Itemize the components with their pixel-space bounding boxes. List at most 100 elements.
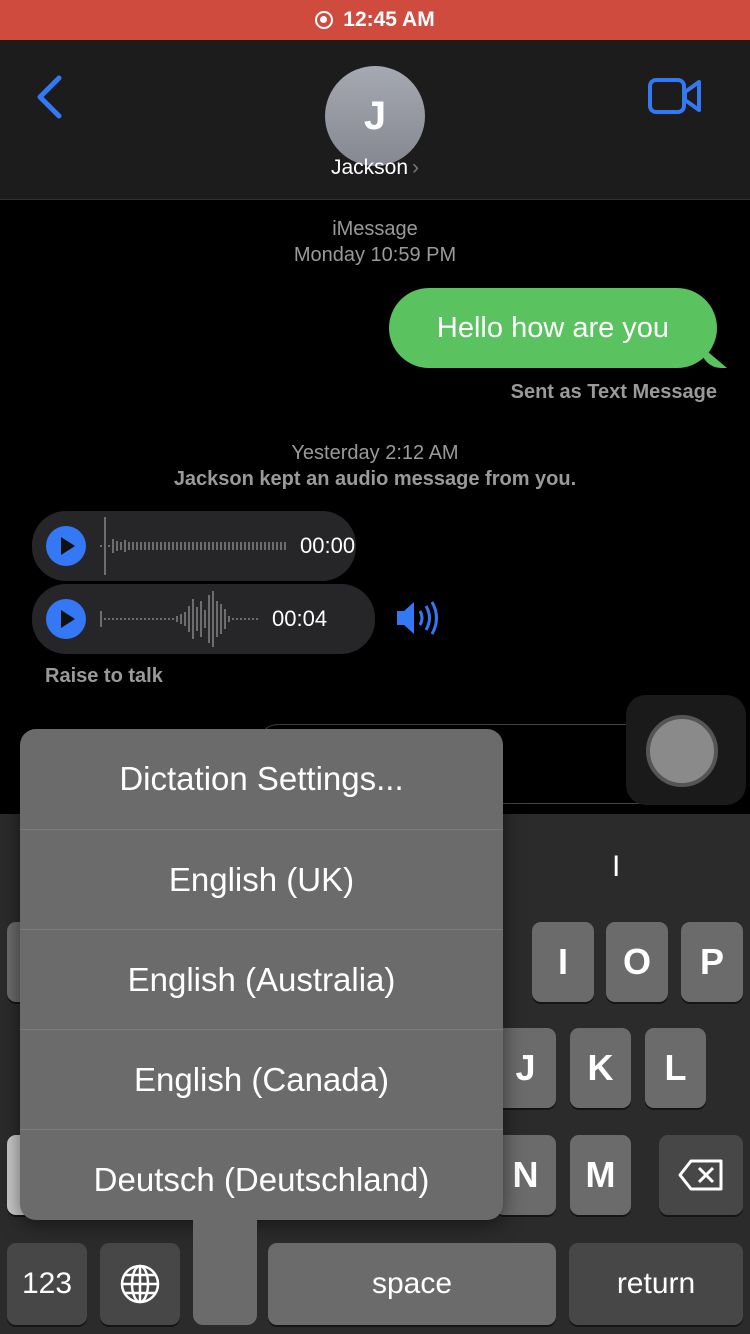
status-bar: 12:45 AM bbox=[0, 0, 750, 40]
waveform-bar bbox=[200, 601, 202, 637]
key-n[interactable]: N bbox=[495, 1135, 556, 1215]
waveform-bar bbox=[144, 618, 146, 620]
waveform-bar bbox=[164, 542, 166, 550]
speaker-icon[interactable] bbox=[394, 598, 444, 638]
waveform-bar bbox=[248, 542, 250, 550]
waveform-bar bbox=[132, 618, 134, 620]
service-label: iMessage bbox=[332, 218, 418, 240]
dictation-button[interactable] bbox=[626, 695, 746, 805]
timestamp: Yesterday 2:12 AM bbox=[291, 442, 459, 464]
waveform-bar bbox=[136, 542, 138, 550]
globe-icon bbox=[120, 1264, 160, 1304]
space-key[interactable]: space bbox=[268, 1243, 556, 1325]
video-camera-icon[interactable] bbox=[647, 76, 703, 116]
avatar[interactable]: J bbox=[325, 66, 425, 166]
waveform-bar bbox=[256, 542, 258, 550]
waveform-bar bbox=[136, 618, 138, 620]
waveform-bar bbox=[120, 542, 122, 550]
waveform-bar bbox=[240, 618, 242, 620]
waveform-bar bbox=[284, 542, 286, 550]
waveform-bar bbox=[264, 542, 266, 550]
chevron-left-icon[interactable] bbox=[34, 74, 64, 120]
waveform-bar bbox=[164, 618, 166, 620]
waveform-bar bbox=[168, 618, 170, 620]
audio-duration: 00:04 bbox=[272, 606, 328, 631]
waveform-bar bbox=[132, 542, 134, 550]
waveform-bar bbox=[192, 599, 194, 639]
play-icon[interactable] bbox=[46, 599, 86, 639]
waveform-bar bbox=[144, 542, 146, 550]
waveform-bar bbox=[148, 618, 150, 620]
numbers-key[interactable]: 123 bbox=[7, 1243, 87, 1325]
waveform-bar bbox=[240, 542, 242, 550]
waveform-bar bbox=[184, 612, 186, 626]
waveform-bar bbox=[204, 542, 206, 550]
waveform-bar bbox=[228, 542, 230, 550]
key-i[interactable]: I bbox=[532, 922, 594, 1002]
menu-item-english-australia[interactable]: English (Australia) bbox=[20, 929, 503, 1029]
waveform-bar bbox=[180, 614, 182, 624]
record-icon bbox=[315, 11, 334, 29]
sent-status: Sent as Text Message bbox=[510, 381, 717, 403]
waveform-bar bbox=[260, 542, 262, 550]
waveform-icon bbox=[646, 715, 718, 787]
waveform-bar bbox=[160, 618, 162, 620]
audio-message[interactable]: 00:04 bbox=[32, 584, 375, 654]
key-o[interactable]: O bbox=[606, 922, 668, 1002]
waveform-bar bbox=[272, 542, 274, 550]
waveform-bar bbox=[116, 618, 118, 620]
sent-message-bubble[interactable]: Hello how are you bbox=[389, 288, 717, 368]
waveform-bar bbox=[224, 609, 226, 629]
waveform-bar bbox=[196, 542, 198, 550]
delete-key[interactable] bbox=[659, 1135, 743, 1215]
menu-item-english-uk[interactable]: English (UK) bbox=[20, 829, 503, 929]
waveform[interactable] bbox=[100, 516, 286, 576]
waveform-bar bbox=[244, 542, 246, 550]
waveform-bar bbox=[228, 616, 230, 622]
waveform[interactable] bbox=[100, 589, 258, 649]
menu-item-dictation-settings[interactable]: Dictation Settings... bbox=[20, 729, 503, 829]
waveform-bar bbox=[172, 618, 174, 620]
return-key[interactable]: return bbox=[569, 1243, 743, 1325]
waveform-bar bbox=[216, 542, 218, 550]
waveform-bar bbox=[168, 542, 170, 550]
key-p[interactable]: P bbox=[681, 922, 743, 1002]
menu-item-english-canada[interactable]: English (Canada) bbox=[20, 1029, 503, 1129]
key-k[interactable]: K bbox=[570, 1028, 631, 1108]
waveform-bar bbox=[176, 616, 178, 622]
waveform-bar bbox=[176, 542, 178, 550]
waveform-bar bbox=[116, 541, 118, 551]
waveform-bar bbox=[180, 542, 182, 550]
waveform-bar bbox=[104, 618, 106, 620]
waveform-bar bbox=[112, 539, 114, 553]
waveform-bar bbox=[252, 618, 254, 620]
waveform-bar bbox=[192, 542, 194, 550]
waveform-bar bbox=[120, 618, 122, 620]
waveform-bar bbox=[188, 542, 190, 550]
waveform-bar bbox=[244, 618, 246, 620]
waveform-bar bbox=[124, 618, 126, 620]
waveform-bar bbox=[112, 618, 114, 620]
play-icon[interactable] bbox=[46, 526, 86, 566]
audio-message[interactable]: 00:00 bbox=[32, 511, 356, 581]
timestamp: Monday 10:59 PM bbox=[293, 244, 457, 266]
waveform-bar bbox=[148, 542, 150, 550]
status-time: 12:45 AM bbox=[343, 8, 435, 31]
waveform-bar bbox=[156, 542, 158, 550]
key-m[interactable]: M bbox=[570, 1135, 631, 1215]
globe-key[interactable] bbox=[100, 1243, 180, 1325]
waveform-bar bbox=[152, 618, 154, 620]
waveform-bar bbox=[196, 607, 198, 631]
waveform-bar bbox=[232, 542, 234, 550]
audio-duration: 00:00 bbox=[300, 533, 356, 558]
menu-item-deutsch[interactable]: Deutsch (Deutschland) bbox=[20, 1129, 503, 1229]
key-j[interactable]: J bbox=[495, 1028, 556, 1108]
waveform-bar bbox=[204, 610, 206, 628]
dictation-key[interactable] bbox=[193, 1210, 257, 1325]
suggestion[interactable]: I bbox=[612, 850, 620, 884]
key-l[interactable]: L bbox=[645, 1028, 706, 1108]
waveform-bar bbox=[172, 542, 174, 550]
waveform-bar bbox=[276, 542, 278, 550]
waveform-bar bbox=[188, 606, 190, 632]
contact-name[interactable]: Jackson › bbox=[0, 156, 750, 180]
